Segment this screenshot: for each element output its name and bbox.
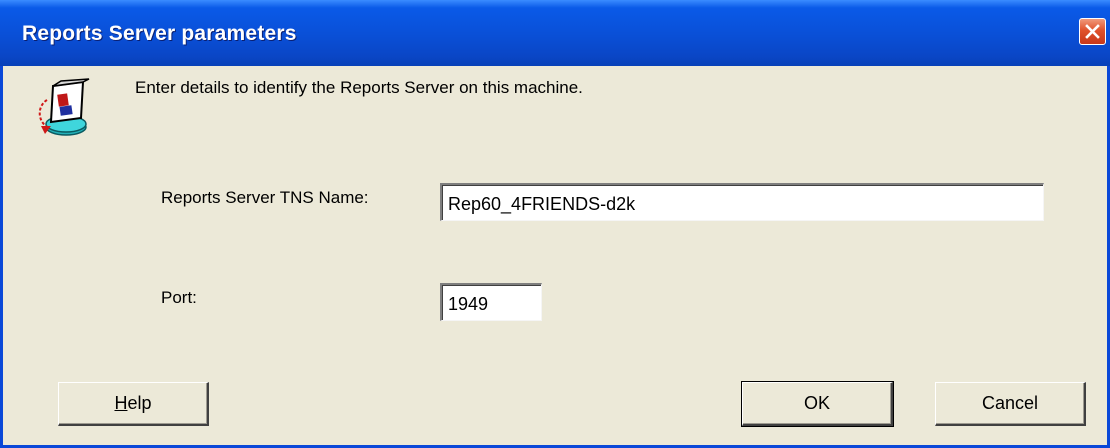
cancel-button[interactable]: Cancel	[935, 382, 1086, 426]
ok-button[interactable]: OK	[741, 381, 894, 427]
cancel-button-label: Cancel	[981, 393, 1039, 413]
reports-server-icon	[38, 78, 90, 136]
close-icon	[1085, 24, 1100, 39]
tns-name-label: Reports Server TNS Name:	[161, 188, 369, 207]
window-title: Reports Server parameters	[22, 22, 297, 45]
help-button-mnemonic: H	[114, 393, 128, 413]
ok-button-label: OK	[803, 393, 830, 413]
instruction-text: Enter details to identify the Reports Se…	[135, 78, 583, 97]
dialog-window: Reports Server parameters Enter details …	[0, 0, 1110, 448]
close-button[interactable]	[1079, 18, 1106, 45]
port-label: Port:	[161, 288, 197, 307]
tns-name-input[interactable]	[440, 183, 1044, 221]
help-button-label: elp	[127, 393, 152, 413]
title-bar[interactable]: Reports Server parameters	[0, 0, 1110, 66]
help-button[interactable]: Help	[58, 382, 209, 426]
port-input[interactable]	[440, 283, 542, 321]
